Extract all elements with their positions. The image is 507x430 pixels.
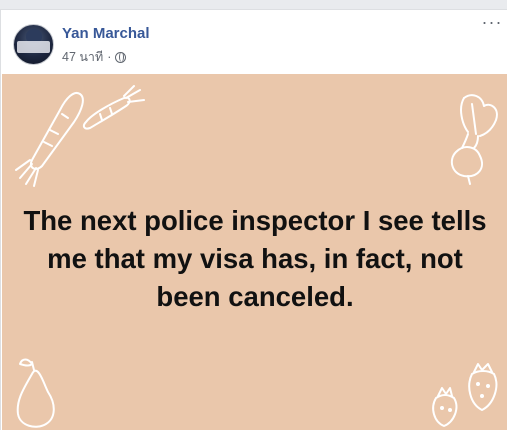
post-card: Yan Marchal 47 นาที · ··· The next polic… (0, 9, 507, 430)
author-avatar[interactable] (13, 24, 54, 65)
meta-separator: · (107, 50, 112, 64)
post-meta: 47 นาที · (62, 47, 127, 67)
strawberry-icon (432, 387, 458, 427)
post-timestamp[interactable]: 47 นาที (62, 47, 103, 67)
author-name[interactable]: Yan Marchal (62, 25, 150, 42)
text-background-card: The next police inspector I see tells me… (2, 74, 507, 430)
post-header: Yan Marchal 47 นาที · ··· (1, 10, 507, 73)
carrot-icon (15, 92, 84, 187)
pear-icon (16, 358, 55, 428)
globe-icon[interactable] (115, 51, 127, 63)
radish-icon (450, 94, 498, 185)
post-status-text: The next police inspector I see tells me… (23, 205, 487, 312)
carrot-icon (82, 85, 145, 130)
ellipsis-icon[interactable]: ··· (481, 13, 503, 36)
avatar-banner (17, 41, 50, 53)
strawberry-icon (468, 363, 498, 411)
